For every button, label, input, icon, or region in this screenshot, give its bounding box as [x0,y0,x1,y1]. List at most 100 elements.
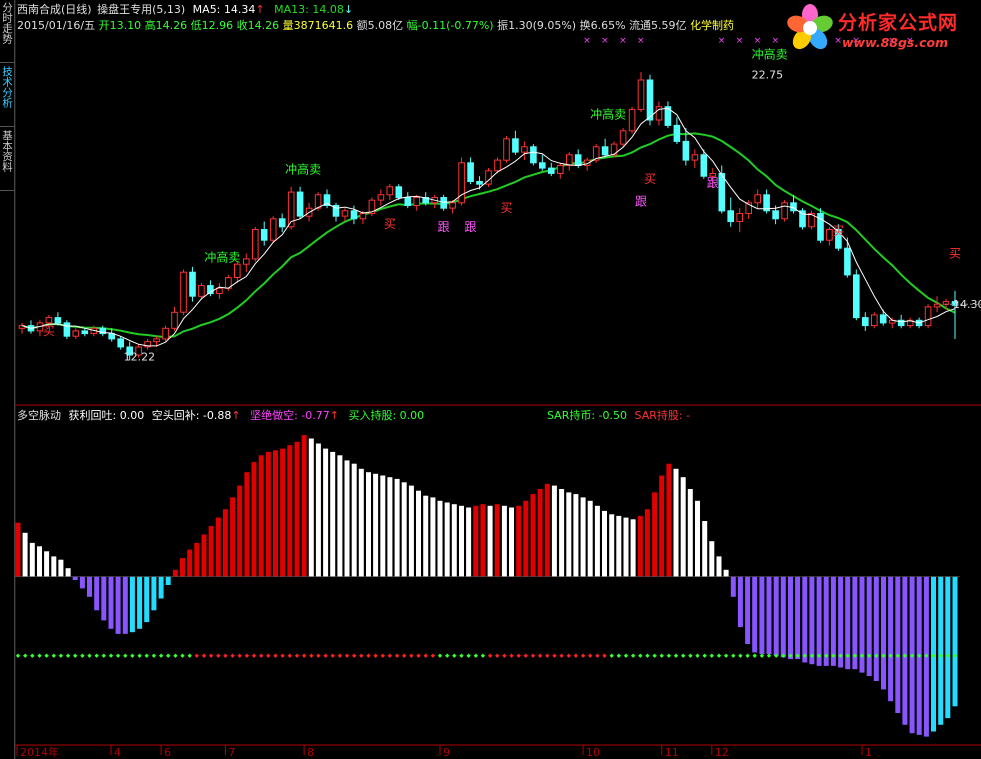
x-tick-label: 1 [865,746,872,759]
oscillator-bar [623,517,629,577]
oscillator-bar [258,455,264,577]
tab-intraday[interactable]: 分时走势 [0,2,14,63]
tab-fundamentals[interactable]: 基本资料 [0,130,14,191]
signal-label: 跟 [438,220,450,234]
oscillator-bar [945,576,951,719]
oscillator-bar [437,500,443,577]
side-tab-bar: 分时走势 技术分析 基本资料 [0,0,15,759]
candle-body [619,130,627,145]
candle-body [512,138,519,153]
signal-label: 跟 [635,194,647,208]
oscillator-bar [795,576,801,660]
sar-dot [37,653,42,658]
candle-body [162,327,169,340]
sar-dot [259,653,264,658]
candle-body [548,167,555,174]
stock-chart[interactable]: 14.30×××××××××××××买冲高卖12.22冲高卖买跟跟买冲高卖买跟跟… [15,0,981,759]
oscillator-bar [873,576,879,681]
oscillator-bar [673,468,679,577]
x-tick-label: 2014年 [20,745,59,759]
sar-dot [387,653,393,658]
candle-body [691,154,699,161]
oscillator-bar [101,576,107,621]
oscillator-bar [308,438,314,577]
oscillator-bar [773,576,779,656]
oscillator-bar [172,569,178,577]
indicator-name[interactable]: 操盘王专用(5,13) [97,3,185,16]
oscillator-bar [737,576,743,628]
oscillator-bar [315,443,321,577]
oscillator-bar [788,576,793,660]
sar-dot [251,653,257,658]
candle-body [377,194,385,201]
sar-dot [445,653,450,658]
oscillator-name[interactable]: 多空脉动 [17,409,61,422]
sar-dot [373,653,378,658]
sar-dot [87,653,92,658]
oscillator-bar [330,451,336,577]
oscillator-bar [15,522,21,577]
sar-dot [94,653,99,658]
signal-label: 跟 [465,220,477,234]
oscillator-bar [888,576,894,702]
signal-label: 买 [949,247,961,261]
sar-dot [452,653,457,658]
candle-body [108,333,116,340]
oscillator-bar [165,576,171,585]
sar-dot [502,653,507,658]
sar-dot [316,653,321,658]
oscillator-bar [895,576,901,713]
sar-dot [144,653,149,658]
candle-body [117,338,125,348]
sar-dot [695,653,700,658]
sar-dot [344,653,350,658]
quote-amplitude: 振1.30(9.05%) [497,19,577,32]
sar-dot [702,653,707,658]
sar-dot [173,653,178,658]
oscillator-bar [408,485,414,577]
sar-dot [430,653,436,658]
stock-name: 西南合成(日线) [17,3,92,16]
oscillator-bar [416,490,421,577]
quote-date: 2015/01/16/五 [17,19,96,32]
sar-dot [194,653,199,658]
logo-url: www.88gs.com [842,35,949,50]
quote-turnover: 换6.65% [579,19,626,32]
quote-low: 低12.96 [190,19,234,32]
oscillator-bar [251,462,257,577]
candle-body [718,173,726,212]
oscillator-bar [544,483,550,577]
sar-dot [273,653,278,658]
sar-dot [123,653,128,658]
oscillator-bar [809,576,815,665]
ma5-value: MA5: 14.34 [192,3,256,16]
tab-technical[interactable]: 技术分析 [0,66,14,127]
oscillator-bar [37,546,42,577]
quote-float: 流通5.59亿 [629,19,687,32]
oscillator-bar [509,507,514,577]
oscillator-bar [587,500,593,577]
sar-dot [309,653,314,658]
candle-body [341,210,349,217]
candle-body [72,330,80,337]
sar-coin-value: SAR持币: -0.50 [547,409,628,422]
oscillator-bar [401,482,407,577]
candle-body [673,124,681,142]
oscillator-bar [158,576,164,599]
oscillator-bar [423,495,429,577]
sar-dot [709,653,714,658]
oscillator-bar [580,497,586,577]
short-arrow-icon: ↑ [329,409,339,422]
x-tick-label: 10 [586,746,600,759]
oscillator-bar [451,504,457,577]
candle-body [386,186,394,196]
sar-dot [552,653,557,658]
candle-body [574,154,582,167]
sar-dot [437,653,443,658]
sar-dot [616,653,621,658]
candle-body [601,146,609,156]
oscillator-bar [344,460,350,577]
oscillator-bar [208,526,214,577]
sar-dot [731,653,736,658]
oscillator-bar [79,576,85,589]
